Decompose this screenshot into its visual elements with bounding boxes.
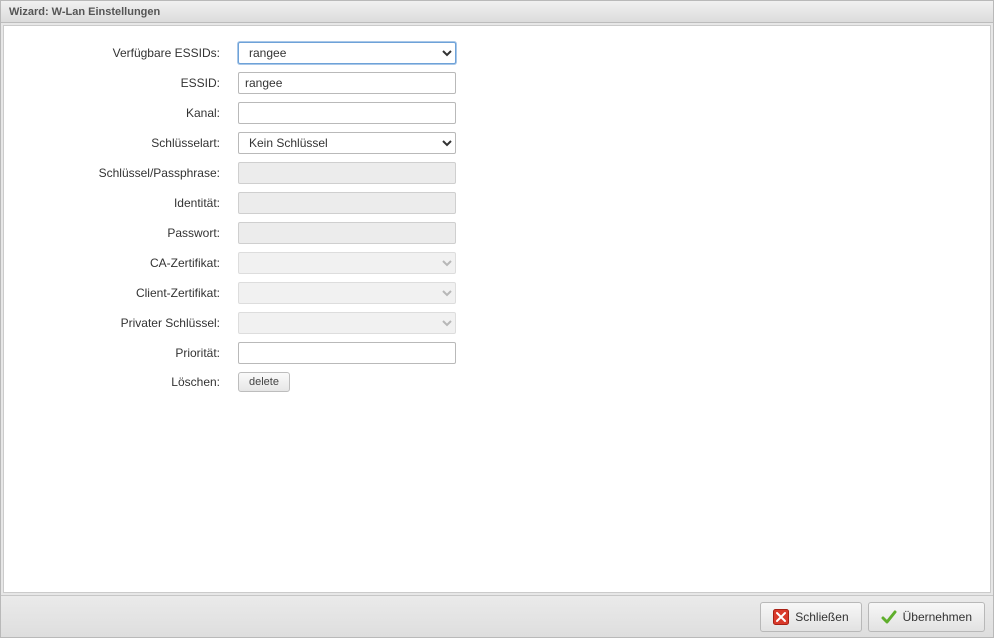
label-key-type: Schlüsselart: [14,136,238,150]
label-priority: Priorität: [14,346,238,360]
label-passphrase: Schlüssel/Passphrase: [14,166,238,180]
label-available-essids: Verfügbare ESSIDs: [14,46,238,60]
password-input [238,222,456,244]
essid-input[interactable] [238,72,456,94]
label-essid: ESSID: [14,76,238,90]
private-key-select [238,312,456,334]
apply-button[interactable]: Übernehmen [868,602,985,632]
row-delete: Löschen: delete [14,372,980,392]
row-channel: Kanal: [14,102,980,124]
available-essids-select[interactable]: rangee [238,42,456,64]
row-ca-cert: CA-Zertifikat: [14,252,980,274]
identity-input [238,192,456,214]
label-client-cert: Client-Zertifikat: [14,286,238,300]
label-channel: Kanal: [14,106,238,120]
label-identity: Identität: [14,196,238,210]
ca-cert-select [238,252,456,274]
label-password: Passwort: [14,226,238,240]
footer-bar: Schließen Übernehmen [1,595,993,637]
label-private-key: Privater Schlüssel: [14,316,238,330]
apply-button-label: Übernehmen [903,610,972,624]
row-passphrase: Schlüssel/Passphrase: [14,162,980,184]
window-title: Wizard: W-Lan Einstellungen [9,6,160,18]
row-private-key: Privater Schlüssel: [14,312,980,334]
close-button-label: Schließen [795,610,848,624]
settings-form: Verfügbare ESSIDs: rangee ESSID: Kanal: [14,42,980,392]
label-delete: Löschen: [14,375,238,389]
row-key-type: Schlüsselart: Kein Schlüssel [14,132,980,154]
titlebar: Wizard: W-Lan Einstellungen [1,1,993,23]
row-identity: Identität: [14,192,980,214]
row-essid: ESSID: [14,72,980,94]
row-available-essids: Verfügbare ESSIDs: rangee [14,42,980,64]
content-area: Verfügbare ESSIDs: rangee ESSID: Kanal: [3,25,991,593]
check-icon [881,609,897,625]
row-client-cert: Client-Zertifikat: [14,282,980,304]
delete-button[interactable]: delete [238,372,290,392]
client-cert-select [238,282,456,304]
priority-input[interactable] [238,342,456,364]
key-type-select[interactable]: Kein Schlüssel [238,132,456,154]
row-password: Passwort: [14,222,980,244]
close-button[interactable]: Schließen [760,602,861,632]
row-priority: Priorität: [14,342,980,364]
close-icon [773,609,789,625]
wizard-window: Wizard: W-Lan Einstellungen Verfügbare E… [0,0,994,638]
passphrase-input [238,162,456,184]
channel-input[interactable] [238,102,456,124]
label-ca-cert: CA-Zertifikat: [14,256,238,270]
